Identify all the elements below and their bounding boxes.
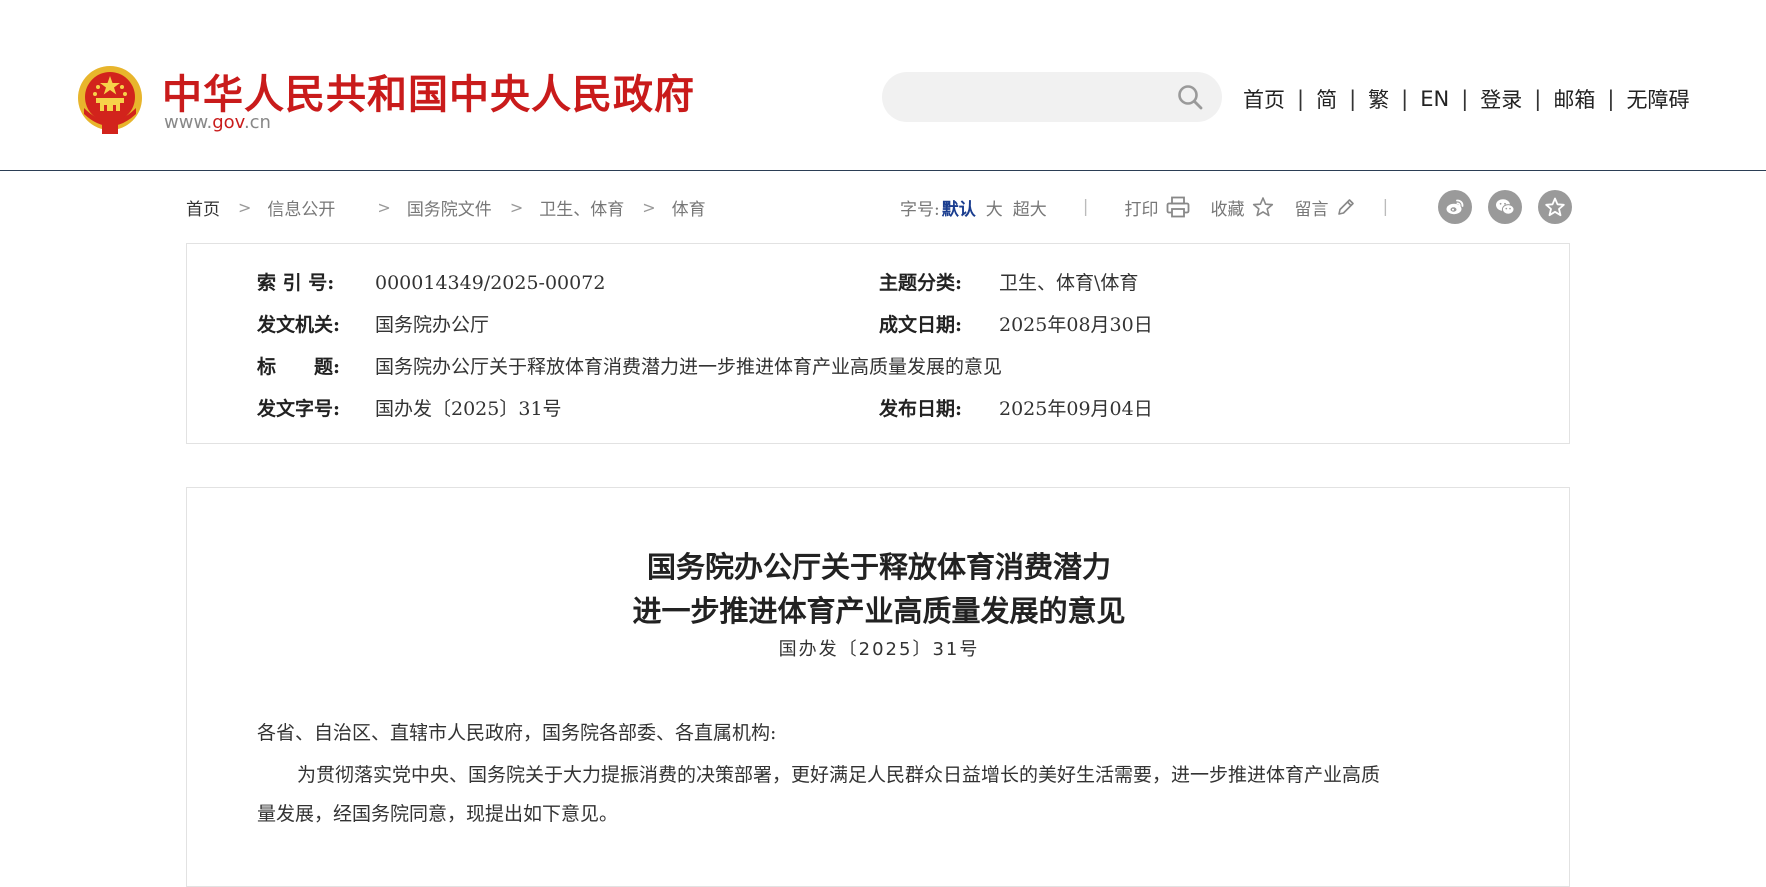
- favorite-star-icon: [1545, 197, 1565, 217]
- nav-separator: |: [1401, 87, 1409, 111]
- meta-label: 发文机关:: [257, 314, 341, 336]
- meta-written-date: 成文日期: 2025年08月30日: [879, 310, 1153, 337]
- meta-value: 000014349/2025-00072: [375, 272, 606, 294]
- search-input[interactable]: [902, 82, 1166, 114]
- chevron-right-icon: >: [509, 197, 524, 217]
- article-toolbar: 字号: 默认 大 超大 | 打印 收藏 留言 |: [900, 194, 1388, 220]
- breadcrumb-health-sports[interactable]: 卫生、体育: [539, 195, 624, 220]
- meta-value: 国务院办公厅: [375, 314, 490, 336]
- nav-separator: |: [1349, 87, 1357, 111]
- top-nav: 首页 | 简 | 繁 | EN | 登录 | 邮箱 | 无障碍: [1243, 84, 1689, 114]
- site-url-suffix: .cn: [243, 112, 271, 133]
- meta-issuer: 发文机关: 国务院办公厅: [257, 310, 489, 337]
- article-title-line-2: 进一步推进体育产业高质量发展的意见: [632, 594, 1126, 628]
- nav-separator: |: [1297, 87, 1305, 111]
- site-url-prefix: www.: [164, 112, 213, 133]
- nav-home[interactable]: 首页: [1243, 84, 1285, 114]
- meta-value: 国办发〔2025〕31号: [375, 398, 562, 420]
- share-favorite-button[interactable]: [1538, 190, 1572, 224]
- meta-value: 卫生、体育\体育: [999, 272, 1139, 294]
- breadcrumb-home[interactable]: 首页: [186, 195, 220, 220]
- meta-label: 发文字号:: [257, 398, 341, 420]
- nav-traditional[interactable]: 繁: [1368, 84, 1389, 114]
- article-body: 国务院办公厅关于释放体育消费潜力 进一步推进体育产业高质量发展的意见 国办发〔2…: [186, 487, 1570, 887]
- share-weibo-button[interactable]: [1438, 190, 1472, 224]
- printer-icon: [1167, 196, 1190, 218]
- meta-doc-no: 发文字号: 国办发〔2025〕31号: [257, 394, 562, 421]
- meta-value: 2025年09月04日: [999, 398, 1153, 420]
- article-paragraph-line: 为贯彻落实党中央、国务院关于大力提振消费的决策部署，更好满足人民群众日益增长的美…: [297, 764, 1381, 786]
- nav-mailbox[interactable]: 邮箱: [1553, 84, 1595, 114]
- meta-label: 索 引 号:: [257, 272, 335, 294]
- national-emblem-icon: [78, 66, 142, 134]
- pencil-icon: [1338, 199, 1355, 215]
- nav-separator: |: [1461, 87, 1469, 111]
- document-metadata: 索 引 号: 000014349/2025-00072 主题分类: 卫生、体育\体育…: [186, 243, 1570, 444]
- article-doc-number: 国办发〔2025〕31号: [778, 639, 980, 660]
- nav-accessibility[interactable]: 无障碍: [1626, 84, 1689, 114]
- article-title-line-1: 国务院办公厅关于释放体育消费潜力: [646, 550, 1111, 584]
- favorite-button[interactable]: 收藏: [1210, 195, 1274, 220]
- meta-topic: 主题分类: 卫生、体育\体育: [879, 268, 1138, 295]
- meta-label: 成文日期:: [879, 314, 963, 336]
- toolbar-divider: |: [1082, 197, 1089, 217]
- meta-value: 2025年08月30日: [999, 314, 1153, 336]
- meta-label: 主题分类:: [879, 272, 963, 294]
- font-size-xlarge[interactable]: 超大: [1013, 195, 1047, 220]
- nav-separator: |: [1534, 87, 1542, 111]
- star-outline-icon: [1253, 197, 1274, 217]
- breadcrumb-state-council-docs[interactable]: 国务院文件: [407, 195, 492, 220]
- font-size-large[interactable]: 大: [986, 195, 1003, 220]
- favorite-label: 收藏: [1210, 199, 1245, 220]
- share-wechat-button[interactable]: [1488, 190, 1522, 224]
- font-size-default[interactable]: 默认: [942, 195, 976, 220]
- wechat-icon: [1496, 199, 1515, 215]
- header-divider: [0, 170, 1766, 171]
- nav-separator: |: [1607, 87, 1615, 111]
- meta-publish-date: 发布日期: 2025年09月04日: [879, 394, 1153, 421]
- toolbar-divider: |: [1382, 197, 1389, 217]
- site-header: 中华人民共和国中央人民政府 www.gov.cn 首页 | 简 | 繁 | EN…: [0, 0, 1766, 170]
- nav-login[interactable]: 登录: [1480, 84, 1522, 114]
- chevron-right-icon: >: [238, 197, 252, 217]
- weibo-icon: [1446, 199, 1464, 215]
- breadcrumb: 首页 > 信息公开 > 国务院文件 > 卫生、体育 > 体育: [186, 194, 706, 220]
- chevron-right-icon: >: [642, 197, 656, 217]
- breadcrumb-info-disclosure[interactable]: 信息公开: [267, 195, 335, 220]
- font-size-label: 字号:: [900, 199, 940, 220]
- print-label: 打印: [1124, 199, 1159, 220]
- site-url[interactable]: www.gov.cn: [164, 112, 271, 133]
- comment-button[interactable]: 留言: [1294, 195, 1356, 220]
- meta-index-no: 索 引 号: 000014349/2025-00072: [257, 268, 605, 295]
- search-icon[interactable]: [1177, 84, 1203, 110]
- meta-value: 国务院办公厅关于释放体育消费潜力进一步推进体育产业高质量发展的意见: [375, 356, 1003, 378]
- article-paragraph-line: 量发展，经国务院同意，现提出如下意见。: [257, 803, 619, 825]
- search-box: [882, 72, 1222, 122]
- meta-title: 标 题: 国务院办公厅关于释放体育消费潜力进一步推进体育产业高质量发展的意见: [257, 352, 1002, 379]
- meta-label: 发布日期:: [879, 398, 963, 420]
- article-salutation: 各省、自治区、直辖市人民政府，国务院各部委、各直属机构:: [257, 722, 777, 744]
- breadcrumb-sports[interactable]: 体育: [672, 195, 706, 220]
- chevron-right-icon: >: [377, 197, 391, 217]
- nav-simplified[interactable]: 简: [1316, 84, 1337, 114]
- site-url-gov: gov: [212, 112, 244, 133]
- meta-label: 标 题:: [257, 356, 341, 378]
- print-button[interactable]: 打印: [1124, 195, 1190, 220]
- comment-label: 留言: [1294, 199, 1329, 220]
- nav-english[interactable]: EN: [1420, 87, 1449, 111]
